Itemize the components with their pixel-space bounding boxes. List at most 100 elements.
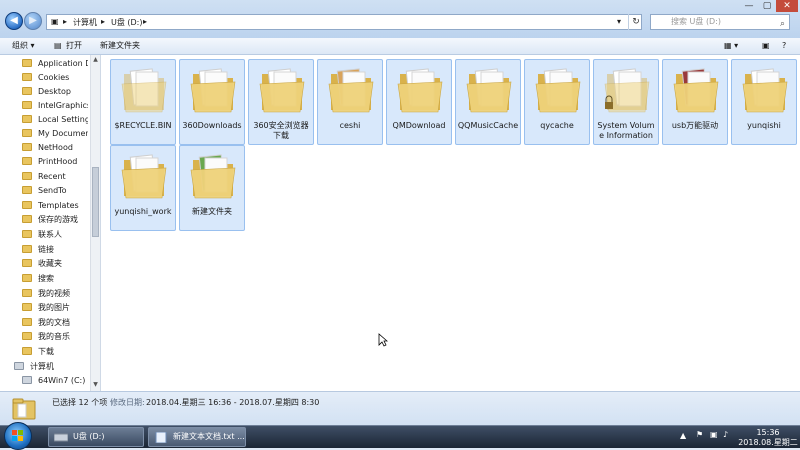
folder-item[interactable]: yunqishi (731, 59, 797, 145)
sidebar-item[interactable]: Recent (22, 170, 88, 184)
maximize-button[interactable]: ▢ (758, 0, 776, 12)
folder-icon (121, 68, 167, 113)
navigation-pane[interactable]: Application D Cookies Desktop IntelGraph… (0, 55, 101, 391)
sidebar-item[interactable]: SendTo (22, 184, 88, 198)
breadcrumb-drive[interactable]: U盘 (D:) (111, 17, 143, 28)
folder-icon (535, 68, 581, 113)
view-options-icon[interactable]: ▦ ▾ (724, 40, 738, 52)
folder-item[interactable]: System Volume Information (593, 59, 659, 145)
folder-name: 新建文件夹 (192, 207, 232, 216)
preview-pane-icon[interactable]: ▣ (762, 40, 770, 52)
folder-item[interactable]: 360Downloads (179, 59, 245, 145)
sidebar-item[interactable]: 我的文档 (22, 316, 88, 330)
sidebar-item[interactable]: NetHood (22, 141, 88, 155)
sidebar-item[interactable]: IntelGraphicsI (22, 99, 88, 113)
file-list[interactable]: $RECYCLE.BIN 360Downloads 360安全浏览器下载 ceshi Q… (101, 55, 800, 391)
sidebar-item[interactable]: 收藏夹 (22, 257, 88, 271)
start-button[interactable] (4, 422, 32, 450)
search-input[interactable]: 搜索 U盘 (D:) ⌕ (650, 14, 790, 30)
tray-arrow-icon[interactable]: ▲ (680, 431, 686, 440)
sidebar-item[interactable]: 搜索 (22, 272, 88, 286)
sidebar-item-drive-c[interactable]: 64Win7 (C:) (22, 374, 88, 388)
network-icon[interactable]: ▣ (710, 430, 718, 439)
folder-icon (12, 398, 36, 420)
breadcrumb-computer[interactable]: 计算机 (73, 17, 97, 28)
scrollbar-thumb[interactable] (92, 167, 99, 237)
details-pane: 已选择 12 个项 修改日期: 2018.04.星期三 16:36 - 2018… (0, 391, 800, 426)
taskbar-item-explorer[interactable]: U盘 (D:) (48, 427, 144, 447)
folder-name: 360Downloads (182, 121, 242, 130)
folder-item[interactable]: 360安全浏览器下载 (248, 59, 314, 145)
folder-icon (22, 332, 32, 340)
folder-icon (190, 154, 236, 199)
folder-icon (604, 68, 650, 113)
folder-icon (22, 172, 32, 180)
folder-name: System Volume Information (597, 121, 655, 140)
forward-button[interactable]: ▶ (24, 12, 42, 30)
scroll-down-icon[interactable]: ▼ (92, 381, 99, 388)
folder-item[interactable]: qycache (524, 59, 590, 145)
sidebar-item[interactable]: Application D (22, 57, 88, 71)
computer-small-icon: ▣ (51, 17, 59, 26)
volume-icon[interactable]: ♪ (723, 430, 728, 439)
minimize-button[interactable]: — (740, 0, 758, 12)
sidebar-item-computer[interactable]: 计算机 (14, 360, 80, 374)
folder-name: QMDownload (392, 121, 446, 130)
folder-item[interactable]: QQMusicCache (455, 59, 521, 145)
sidebar-item[interactable]: 下载 (22, 345, 88, 359)
windows-logo-icon (12, 430, 23, 441)
address-dropdown-icon[interactable]: ▾ (617, 17, 621, 26)
folder-icon (22, 129, 32, 137)
taskbar: U盘 (D:) 新建文本文档.txt ... ▲ ⚑ ▣ ♪ 15:36 201… (0, 422, 800, 450)
sidebar-item[interactable]: Cookies (22, 71, 88, 85)
folder-icon (22, 245, 32, 253)
folder-icon (22, 157, 32, 165)
folder-icon (22, 73, 32, 81)
back-button[interactable]: ◀ (5, 12, 23, 30)
folder-icon (22, 143, 32, 151)
sidebar-item[interactable]: 我的视频 (22, 287, 88, 301)
sidebar-item[interactable]: My Document (22, 127, 88, 141)
sidebar-item[interactable]: 保存的游戏 (22, 213, 88, 227)
folder-item[interactable]: usb万能驱动 (662, 59, 728, 145)
mouse-cursor-icon (378, 333, 388, 347)
folder-item[interactable]: ceshi (317, 59, 383, 145)
sidebar-item[interactable]: 链接 (22, 243, 88, 257)
folder-name: qycache (540, 121, 574, 130)
folder-item[interactable]: yunqishi_work (110, 145, 176, 231)
folder-icon (22, 87, 32, 95)
open-folder-icon: ▤ (54, 41, 62, 50)
folder-icon (22, 318, 32, 326)
action-center-icon[interactable]: ⚑ (696, 430, 703, 439)
sidebar-scrollbar[interactable]: ▲ ▼ (90, 55, 100, 391)
refresh-icon[interactable]: ↻ (628, 14, 643, 30)
new-folder-button[interactable]: 新建文件夹 (100, 40, 140, 52)
sidebar-item[interactable]: 联系人 (22, 228, 88, 242)
organize-button[interactable]: 组织 ▾ (12, 40, 35, 52)
taskbar-item-notepad[interactable]: 新建文本文档.txt ... (148, 427, 246, 447)
sidebar-item[interactable]: 我的图片 (22, 301, 88, 315)
breadcrumb-separator-icon: ▸ (101, 17, 106, 26)
folder-icon (22, 59, 32, 67)
sidebar-item[interactable]: PrintHood (22, 155, 88, 169)
folder-name: usb万能驱动 (671, 121, 719, 130)
folder-item[interactable]: $RECYCLE.BIN (110, 59, 176, 145)
search-icon: ⌕ (779, 19, 785, 29)
folder-icon (673, 68, 719, 113)
sidebar-item[interactable]: Local Settings (22, 113, 88, 127)
sidebar-item[interactable]: 我的音乐 (22, 330, 88, 344)
clock[interactable]: 15:36 2018.08.星期二 (738, 428, 798, 448)
folder-item[interactable]: QMDownload (386, 59, 452, 145)
sidebar-item[interactable]: Templates (22, 199, 88, 213)
scroll-up-icon[interactable]: ▲ (92, 56, 99, 63)
open-button[interactable]: 打开 (66, 40, 82, 52)
folder-name: yunqishi_work (114, 207, 172, 216)
sidebar-item[interactable]: Desktop (22, 85, 88, 99)
address-bar[interactable]: ▣ ▸ 计算机 ▸ U盘 (D:) ▸ ▾ (46, 14, 642, 30)
folder-item[interactable]: 新建文件夹 (179, 145, 245, 231)
modified-range: 2018.04.星期三 16:36 - 2018.07.星期四 8:30 (146, 398, 320, 407)
close-button[interactable]: ✕ (776, 0, 798, 12)
folder-icon (397, 68, 443, 113)
folder-icon (22, 289, 32, 297)
help-icon[interactable]: ? (782, 40, 786, 52)
